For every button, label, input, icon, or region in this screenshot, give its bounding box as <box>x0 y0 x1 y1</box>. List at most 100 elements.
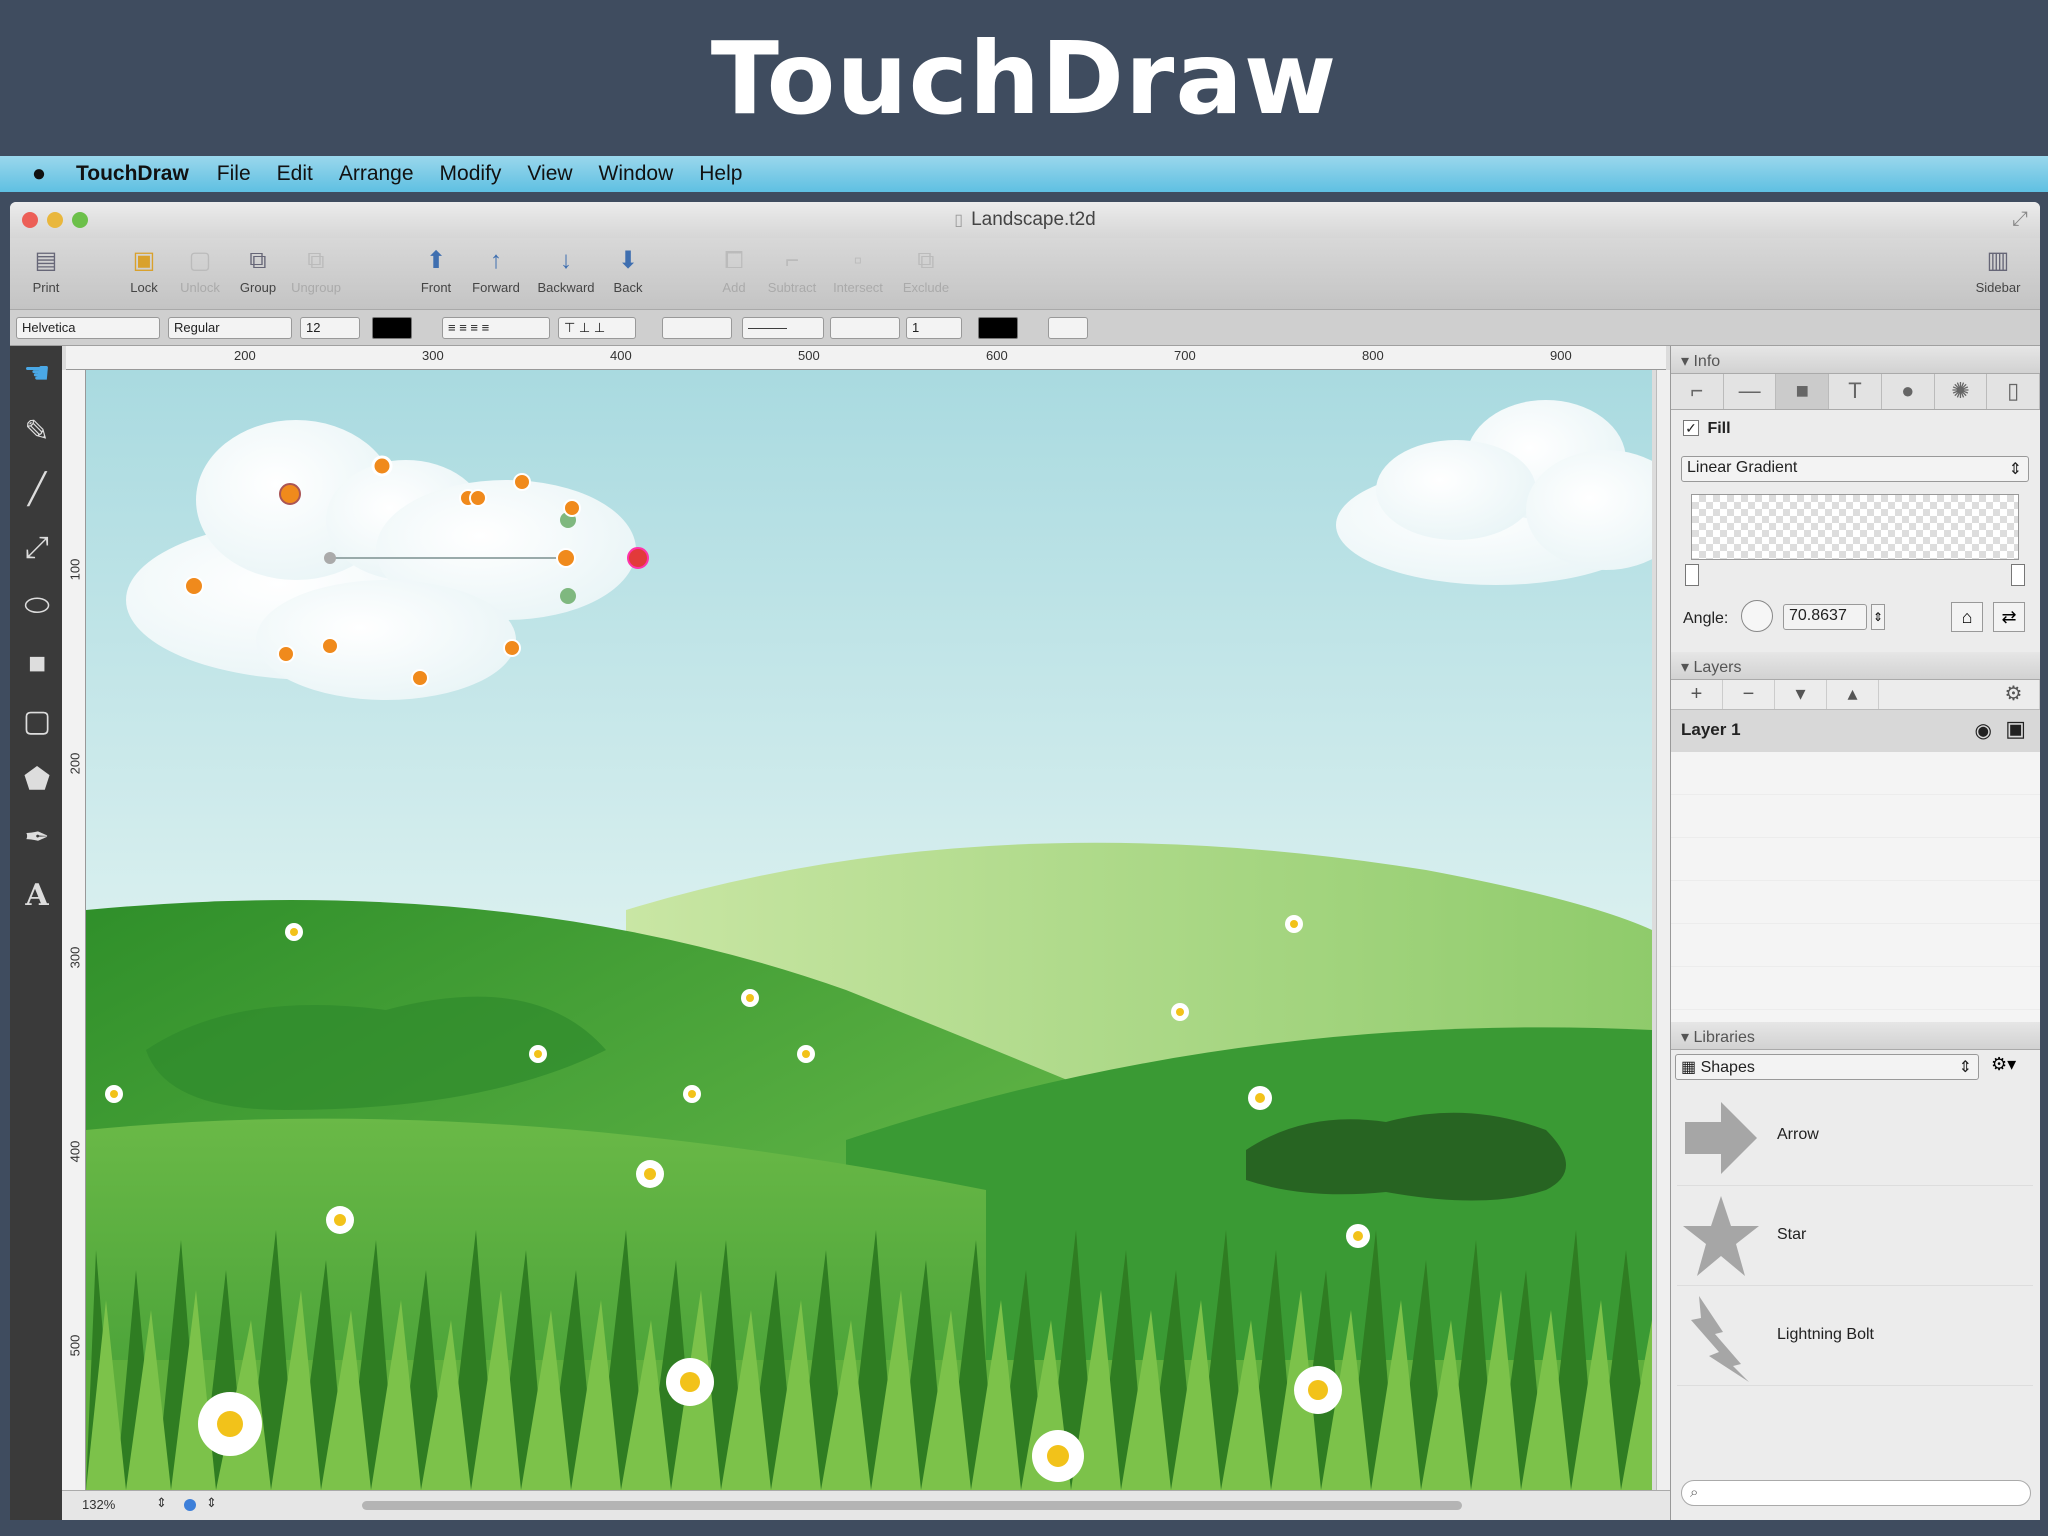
layers-section-header[interactable]: ▾ Layers <box>1671 652 2040 680</box>
stroke-width-field[interactable]: 1 <box>906 317 962 339</box>
angle-wheel[interactable] <box>1741 600 1773 632</box>
pen-tool-icon[interactable]: ✒ <box>18 818 56 858</box>
move-layer-down-button[interactable]: ▾ <box>1775 680 1827 709</box>
lock-icon[interactable]: ▣ <box>2005 716 2026 742</box>
zoom-level[interactable]: 132% <box>82 1497 115 1512</box>
stroke-color-well[interactable] <box>978 317 1018 339</box>
line-dash-select[interactable]: ——— <box>742 317 824 339</box>
ungroup-button[interactable]: ⧉ Ungroup <box>284 246 348 295</box>
add-layer-button[interactable]: + <box>1671 680 1723 709</box>
gradient-stop-start[interactable] <box>1685 564 1699 586</box>
tab-stroke-icon[interactable]: — <box>1724 374 1777 409</box>
add-button[interactable]: ⧠ Add <box>702 246 766 295</box>
info-section-header[interactable]: ▾ Info <box>1671 346 2040 374</box>
tab-document-icon[interactable]: ▯ <box>1987 374 2040 409</box>
swap-gradient-icon[interactable]: ⇄ <box>1993 602 2025 632</box>
front-button[interactable]: ⬆ Front <box>404 246 468 295</box>
rounded-rect-tool-icon[interactable]: ▢ <box>18 702 56 742</box>
tab-fill-icon[interactable]: ■ <box>1776 374 1830 409</box>
close-button[interactable] <box>22 212 38 228</box>
angle-field[interactable]: 70.8637 <box>1783 604 1867 630</box>
menu-view[interactable]: View <box>527 162 572 186</box>
tab-arrange-icon[interactable]: ⌐ <box>1671 374 1724 409</box>
menu-file[interactable]: File <box>217 162 251 186</box>
library-item-star[interactable]: Star <box>1677 1188 2033 1286</box>
zoom-button[interactable] <box>72 212 88 228</box>
back-button[interactable]: ⬇ Back <box>596 246 660 295</box>
ruler-label: 300 <box>422 348 444 363</box>
menu-help[interactable]: Help <box>699 162 742 186</box>
vertical-scrollbar[interactable] <box>1656 370 1670 1490</box>
menu-app-name[interactable]: TouchDraw <box>76 162 189 186</box>
zoom-stepper[interactable]: ⇕ <box>156 1495 167 1511</box>
unlock-icon: ▢ <box>188 247 212 274</box>
menu-window[interactable]: Window <box>599 162 674 186</box>
angle-stepper[interactable]: ⇕ <box>1871 604 1885 630</box>
search-icon: ⌕ <box>1690 1484 1699 1501</box>
library-gear-icon[interactable]: ⚙▾ <box>1991 1054 2016 1075</box>
tab-shadow-icon[interactable]: ● <box>1882 374 1935 409</box>
menu-modify[interactable]: Modify <box>440 162 502 186</box>
font-style-select[interactable]: Regular <box>168 317 292 339</box>
intersect-button[interactable]: ▫ Intersect <box>826 246 890 295</box>
ellipse-tool-icon[interactable]: ⬭ <box>18 586 56 626</box>
eye-icon[interactable]: ◉ <box>1975 718 1992 743</box>
menu-edit[interactable]: Edit <box>277 162 313 186</box>
fill-color-well[interactable] <box>1048 317 1088 339</box>
pencil-tool-icon[interactable]: ✎ <box>18 412 56 452</box>
tab-text-icon[interactable]: T <box>1829 374 1882 409</box>
horizontal-scrollbar[interactable] <box>362 1501 1462 1510</box>
arrow-start-select[interactable] <box>662 317 732 339</box>
line-tool-icon[interactable]: ╱ <box>18 470 56 510</box>
text-align-group[interactable]: ≡ ≡ ≡ ≡ <box>442 317 550 339</box>
fill-checkbox[interactable]: ✓ <box>1683 420 1699 436</box>
font-family-select[interactable]: Helvetica <box>16 317 160 339</box>
library-item-lightning-bolt[interactable]: Lightning Bolt <box>1677 1288 2033 1386</box>
exclude-button[interactable]: ⧉ Exclude <box>894 246 958 295</box>
format-bar: Helvetica Regular 12 ≡ ≡ ≡ ≡ ⊤ ⊥ ⊥ ——— 1 <box>10 310 2040 346</box>
libraries-section-header[interactable]: ▾ Libraries <box>1671 1022 2040 1050</box>
fill-checkbox-row[interactable]: ✓ Fill <box>1683 420 1731 438</box>
select-tool-icon[interactable]: ☚ <box>18 354 56 394</box>
library-select[interactable]: ▦ Shapes ⇕ <box>1675 1054 1979 1080</box>
connector-tool-icon[interactable]: ⤢ <box>18 528 56 568</box>
gradient-preview[interactable] <box>1691 494 2019 560</box>
subtract-button[interactable]: ⌐ Subtract <box>760 246 824 295</box>
apple-menu-icon[interactable]: ● <box>14 160 64 188</box>
layer-gear-icon[interactable]: ⚙ <box>1988 680 2040 709</box>
polygon-tool-icon[interactable]: ⬟ <box>18 760 56 800</box>
drawing-canvas[interactable] <box>86 370 1652 1490</box>
fill-type-select[interactable]: Linear Gradient ⇕ <box>1681 456 2029 482</box>
tab-effects-icon[interactable]: ✺ <box>1935 374 1988 409</box>
move-layer-up-button[interactable]: ▴ <box>1827 680 1879 709</box>
text-tool-icon[interactable]: A <box>18 876 56 916</box>
lock-button[interactable]: ▣ Lock <box>112 246 176 295</box>
color-indicator[interactable] <box>184 1499 196 1511</box>
backward-button[interactable]: ↓ Backward <box>534 246 598 295</box>
rectangle-tool-icon[interactable]: ■ <box>18 644 56 684</box>
reverse-gradient-icon[interactable]: ⌂ <box>1951 602 1983 632</box>
vertical-align-group[interactable]: ⊤ ⊥ ⊥ <box>558 317 636 339</box>
gradient-stop-end[interactable] <box>2011 564 2025 586</box>
grid-icon: ▦ <box>1681 1059 1697 1076</box>
intersect-icon: ▫ <box>853 247 863 274</box>
ruler-label: 700 <box>1174 348 1196 363</box>
angle-label: Angle: <box>1683 610 1729 627</box>
chevron-down-icon[interactable]: ⇕ <box>206 1495 217 1511</box>
unlock-button[interactable]: ▢ Unlock <box>168 246 232 295</box>
layer-row[interactable]: Layer 1 ◉ ▣ <box>1671 710 2040 752</box>
inspector-tabs: ⌐ — ■ T ● ✺ ▯ <box>1671 374 2040 410</box>
remove-layer-button[interactable]: − <box>1723 680 1775 709</box>
arrow-end-select[interactable] <box>830 317 900 339</box>
print-button[interactable]: ▤ Print <box>14 246 78 295</box>
sidebar-button[interactable]: ▥ Sidebar <box>1966 246 2030 295</box>
minimize-button[interactable] <box>47 212 63 228</box>
library-item-arrow[interactable]: Arrow <box>1677 1088 2033 1186</box>
fullscreen-icon[interactable]: ⤢ <box>2012 208 2028 231</box>
library-search-input[interactable]: ⌕ <box>1681 1480 2031 1506</box>
menu-arrange[interactable]: Arrange <box>339 162 414 186</box>
font-size-field[interactable]: 12 <box>300 317 360 339</box>
group-button[interactable]: ⧉ Group <box>226 246 290 295</box>
forward-button[interactable]: ↑ Forward <box>464 246 528 295</box>
text-color-well[interactable] <box>372 317 412 339</box>
